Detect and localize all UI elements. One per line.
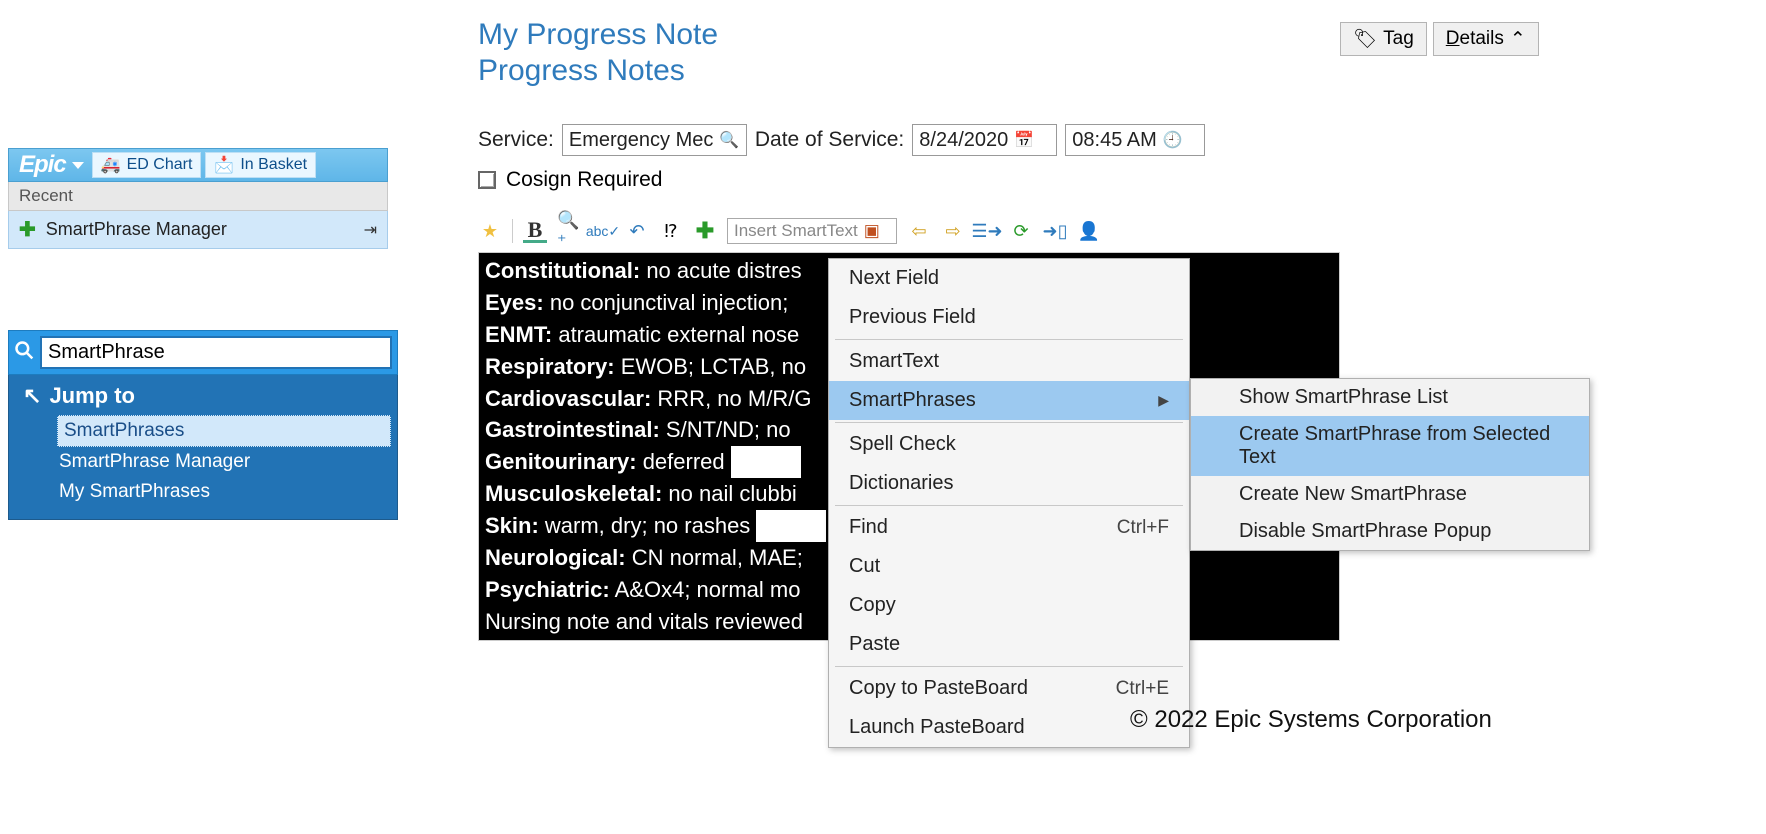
cosign-checkbox[interactable] <box>478 171 496 189</box>
ctx-separator <box>835 505 1183 506</box>
ctx-smartphrases[interactable]: SmartPhrases ▶ <box>829 381 1189 420</box>
jump-item-my-smartphrases[interactable]: My SmartPhrases <box>9 477 397 507</box>
ctx-disable-popup[interactable]: Disable SmartPhrase Popup <box>1191 513 1589 550</box>
smarttext-dropdown-icon[interactable]: ▣ <box>864 221 880 241</box>
jump-item-smartphrase-manager[interactable]: SmartPhrase Manager <box>9 447 397 477</box>
details-button[interactable]: Details ⌃ <box>1433 22 1539 56</box>
ambulance-icon: 🚑 <box>101 155 121 175</box>
bold-icon[interactable]: B <box>523 219 547 243</box>
epic-sidebar: Epic 🚑 ED Chart 📩 In Basket Recent ✚ Sma… <box>8 148 388 249</box>
smartphrases-submenu: Show SmartPhrase List Create SmartPhrase… <box>1190 378 1590 551</box>
search-icon <box>14 340 34 366</box>
ed-chart-button[interactable]: 🚑 ED Chart <box>92 152 202 178</box>
tag-label: Tag <box>1383 28 1414 50</box>
cosign-row: Cosign Required <box>478 168 1538 192</box>
search-bar <box>8 330 398 375</box>
epic-top-bar: Epic 🚑 ED Chart 📩 In Basket <box>8 148 388 182</box>
service-input[interactable]: Emergency Mec 🔍 <box>562 124 747 156</box>
tag-icon: 🏷 <box>1353 27 1377 51</box>
chevron-up-icon: ⌃ <box>1510 28 1526 51</box>
ctx-cut[interactable]: Cut <box>829 547 1189 586</box>
refresh-icon[interactable]: ⟳ <box>1009 219 1033 243</box>
ctx-copy[interactable]: Copy <box>829 586 1189 625</box>
search-input[interactable] <box>40 336 392 369</box>
favorite-icon[interactable]: ★ <box>478 219 502 243</box>
ctx-copy-pb-shortcut: Ctrl+E <box>1116 678 1169 700</box>
time-input[interactable]: 08:45 AM 🕘 <box>1065 124 1205 156</box>
cosign-label: Cosign Required <box>506 168 662 192</box>
tag-button[interactable]: 🏷 Tag <box>1340 22 1427 56</box>
note-subtitle: Progress Notes <box>478 54 1538 88</box>
help-icon[interactable]: ⁉ <box>659 219 683 243</box>
clock-icon[interactable]: 🕘 <box>1163 130 1183 150</box>
prev-arrow-icon[interactable]: ⇦ <box>907 219 931 243</box>
person-icon[interactable]: 👤 <box>1077 219 1101 243</box>
ctx-create-from-selected[interactable]: Create SmartPhrase from Selected Text <box>1191 416 1589 476</box>
metadata-row: Service: Emergency Mec 🔍 Date of Service… <box>478 124 1538 156</box>
ctx-show-smartphrase-list[interactable]: Show SmartPhrase List <box>1191 379 1589 416</box>
epic-logo[interactable]: Epic <box>9 151 72 179</box>
service-value: Emergency Mec <box>569 129 714 152</box>
smartphrase-manager-label: SmartPhrase Manager <box>46 219 227 240</box>
ctx-next-field[interactable]: Next Field <box>829 259 1189 298</box>
dos-value: 8/24/2020 <box>919 129 1008 152</box>
time-value: 08:45 AM <box>1072 129 1157 152</box>
jump-to-panel: ↖ Jump to SmartPhrases SmartPhrase Manag… <box>8 375 398 520</box>
ctx-previous-field[interactable]: Previous Field <box>829 298 1189 337</box>
smartphrase-manager-row[interactable]: ✚ SmartPhrase Manager ⇥ <box>8 211 388 249</box>
ctx-find-shortcut: Ctrl+F <box>1117 517 1169 539</box>
spellcheck-icon[interactable]: abc✓ <box>591 219 615 243</box>
zoom-icon[interactable]: 🔍⁺ <box>557 219 581 243</box>
in-basket-label: In Basket <box>240 156 307 174</box>
next-arrow-icon[interactable]: ⇨ <box>941 219 965 243</box>
submenu-arrow-icon: ▶ <box>1158 392 1169 409</box>
ctx-spell-check[interactable]: Spell Check <box>829 425 1189 464</box>
in-basket-button[interactable]: 📩 In Basket <box>205 152 316 178</box>
top-actions: 🏷 Tag Details ⌃ <box>1340 22 1539 56</box>
search-small-icon[interactable]: 🔍 <box>719 130 739 150</box>
epic-menu-dropdown-icon[interactable] <box>72 162 84 169</box>
jump-item-smartphrases[interactable]: SmartPhrases <box>57 415 391 447</box>
pin-icon[interactable]: ⇥ <box>364 220 377 240</box>
jump-to-label: Jump to <box>49 383 135 409</box>
editor-toolbar: ★ B 🔍⁺ abc✓ ↶ ⁉ ✚ Insert SmartText ▣ ⇦ ⇨… <box>478 216 1538 246</box>
dos-label: Date of Service: <box>755 128 904 152</box>
mail-icon: 📩 <box>214 155 234 175</box>
smarttext-placeholder: Insert SmartText <box>734 221 858 241</box>
dos-input[interactable]: 8/24/2020 📅 <box>912 124 1057 156</box>
ctx-separator <box>835 339 1183 340</box>
ctx-separator <box>835 666 1183 667</box>
ctx-separator <box>835 422 1183 423</box>
ed-chart-label: ED Chart <box>127 156 193 174</box>
ctx-copy-pasteboard[interactable]: Copy to PasteBoard Ctrl+E <box>829 669 1189 708</box>
ctx-paste[interactable]: Paste <box>829 625 1189 664</box>
details-label: Details <box>1446 28 1504 50</box>
ctx-create-new-smartphrase[interactable]: Create New SmartPhrase <box>1191 476 1589 513</box>
context-menu: Next Field Previous Field SmartText Smar… <box>828 258 1190 748</box>
smarttext-input[interactable]: Insert SmartText ▣ <box>727 218 897 244</box>
calendar-icon[interactable]: 📅 <box>1014 130 1034 150</box>
ctx-smarttext[interactable]: SmartText <box>829 342 1189 381</box>
plus-icon: ✚ <box>19 217 36 242</box>
ctx-find[interactable]: Find Ctrl+F <box>829 508 1189 547</box>
add-icon[interactable]: ✚ <box>693 219 717 243</box>
recent-header: Recent <box>8 182 388 211</box>
cursor-icon: ↖ <box>23 383 41 409</box>
jump-to-header: ↖ Jump to <box>9 381 397 415</box>
search-panel: ↖ Jump to SmartPhrases SmartPhrase Manag… <box>8 330 398 520</box>
import-icon[interactable]: ➜▯ <box>1043 219 1067 243</box>
toolbar-separator <box>512 219 513 243</box>
ctx-dictionaries[interactable]: Dictionaries <box>829 464 1189 503</box>
undo-icon[interactable]: ↶ <box>625 219 649 243</box>
service-label: Service: <box>478 128 554 152</box>
list-arrow-icon[interactable]: ☰➜ <box>975 219 999 243</box>
copyright-text: © 2022 Epic Systems Corporation <box>1130 706 1492 734</box>
